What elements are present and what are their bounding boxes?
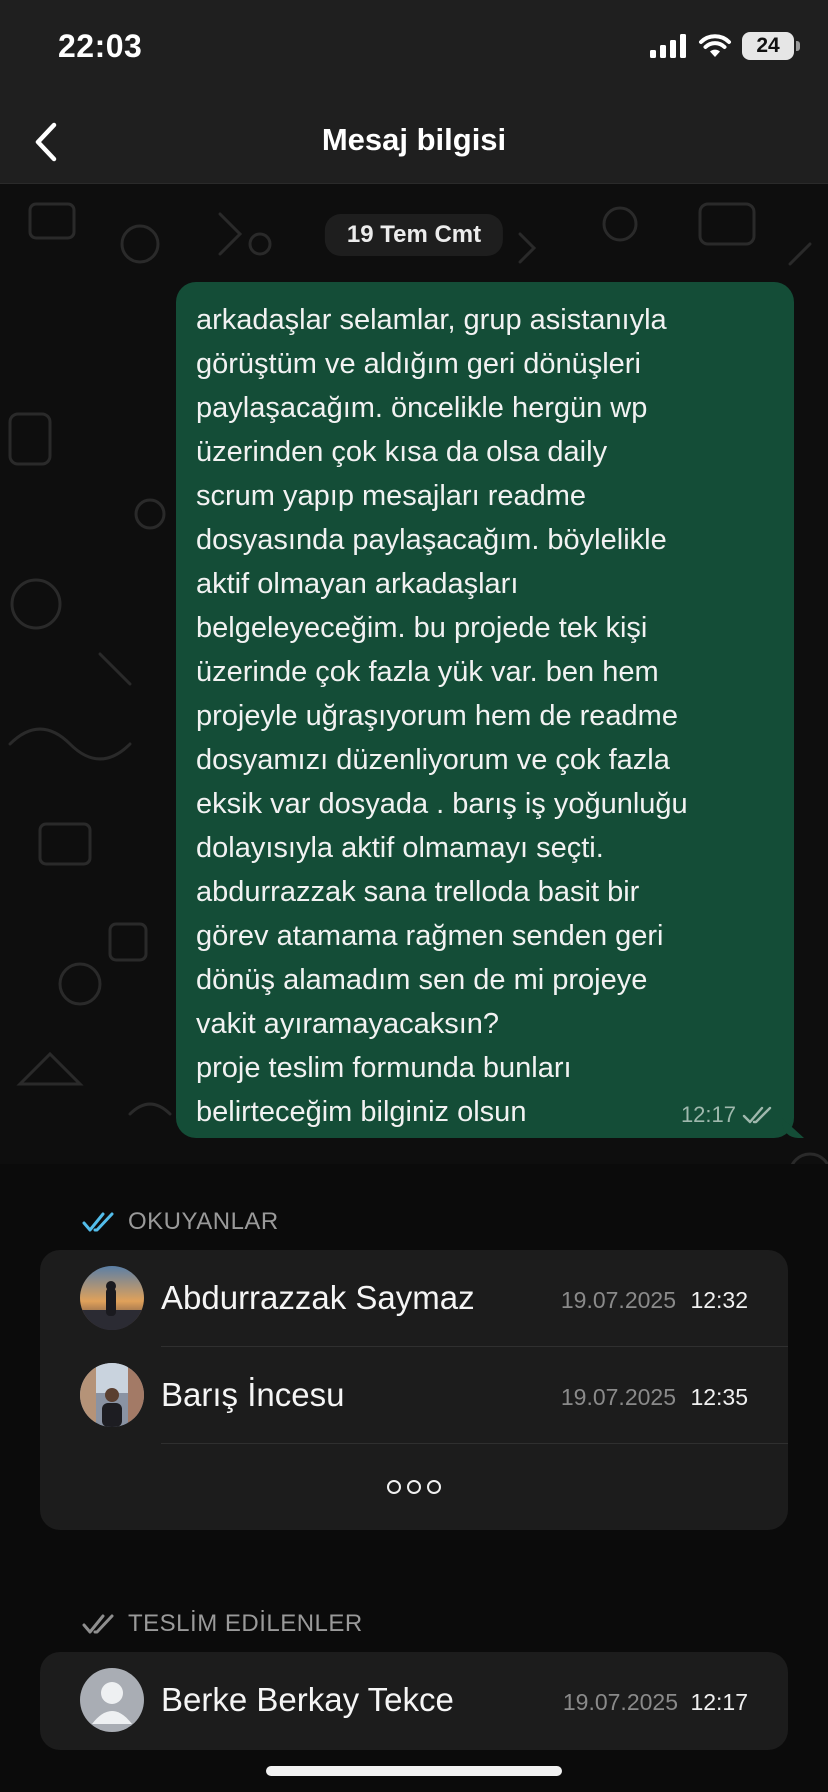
- nav-bar: Mesaj bilgisi: [0, 100, 828, 184]
- more-button[interactable]: [40, 1444, 788, 1530]
- message-time: 12:17: [680, 1102, 736, 1127]
- cellular-signal-icon: [650, 34, 686, 58]
- delivered-double-check-icon: [82, 1614, 114, 1634]
- read-card: Abdurrazzak Saymaz 19.07.2025 12:32 Barı…: [40, 1250, 788, 1530]
- delivered-section-header: TESLİM EDİLENLER: [82, 1610, 363, 1638]
- wifi-icon: [699, 34, 731, 57]
- delivered-card: Berke Berkay Tekce 19.07.2025 12:17: [40, 1652, 788, 1750]
- reader-row[interactable]: Barış İncesu 19.07.2025 12:35: [40, 1347, 788, 1444]
- recipient-row[interactable]: Berke Berkay Tekce 19.07.2025 12:17: [40, 1652, 788, 1749]
- date-chip: 19 Tem Cmt: [324, 214, 504, 256]
- status-bar: 22:03 24: [0, 0, 828, 100]
- chat-area: 19 Tem Cmt arkadaşlar selamlar, grup asi…: [0, 184, 828, 1164]
- reader-row[interactable]: Abdurrazzak Saymaz 19.07.2025 12:32: [40, 1250, 788, 1347]
- delivered-section-label: TESLİM EDİLENLER: [128, 1610, 363, 1637]
- reader-date: 19.07.2025: [560, 1384, 676, 1410]
- page-title: Mesaj bilgisi: [321, 122, 507, 157]
- read-section-header: OKUYANLAR: [82, 1208, 279, 1236]
- reader-date: 19.07.2025: [560, 1287, 676, 1313]
- double-check-icon: [742, 1106, 772, 1124]
- battery-icon: 24: [742, 32, 800, 60]
- status-icons: 24: [650, 32, 800, 60]
- reader-time: 12:32: [690, 1287, 748, 1313]
- message-meta: 12:17: [681, 1102, 774, 1128]
- avatar: [80, 1363, 144, 1427]
- message-text: arkadaşlar selamlar, grup asistanıyla gö…: [196, 304, 688, 1128]
- read-section-label: OKUYANLAR: [128, 1208, 279, 1235]
- more-dots-icon: [387, 1480, 441, 1494]
- message-bubble[interactable]: arkadaşlar selamlar, grup asistanıyla gö…: [176, 282, 794, 1138]
- status-time: 22:03: [58, 28, 143, 64]
- recipient-name: Berke Berkay Tekce: [161, 1681, 454, 1718]
- avatar: [80, 1266, 144, 1330]
- reader-name: Abdurrazzak Saymaz: [161, 1279, 475, 1316]
- read-double-check-icon: [82, 1212, 114, 1232]
- reader-time: 12:35: [690, 1384, 748, 1410]
- home-indicator[interactable]: [266, 1766, 562, 1776]
- default-avatar-icon: [80, 1668, 144, 1732]
- recipient-time: 12:17: [690, 1689, 748, 1715]
- recipient-date: 19.07.2025: [562, 1689, 678, 1715]
- reader-name: Barış İncesu: [161, 1376, 345, 1413]
- battery-level: 24: [756, 34, 780, 57]
